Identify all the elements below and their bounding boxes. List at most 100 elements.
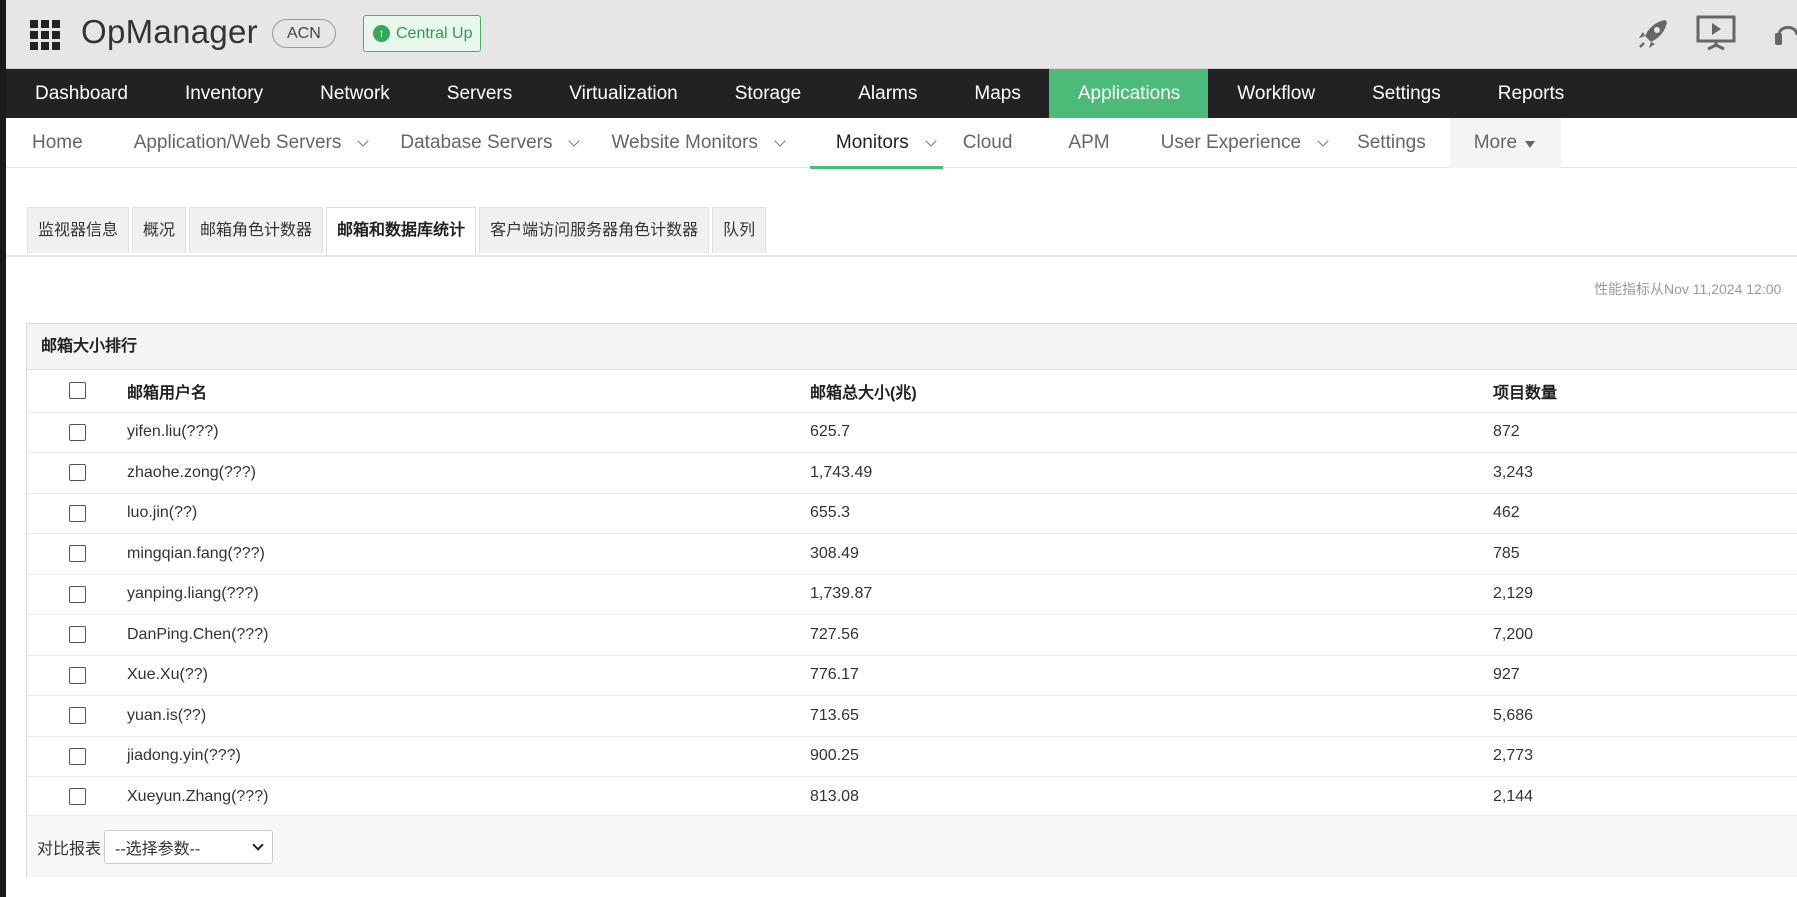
caret-down-icon bbox=[1525, 140, 1536, 148]
row-checkbox-cell bbox=[27, 412, 127, 453]
subnav-label: User Experience bbox=[1160, 132, 1302, 153]
chevron-down-icon bbox=[252, 838, 264, 851]
subnav-website-monitors[interactable]: Website Monitors bbox=[578, 118, 786, 168]
row-checkbox[interactable] bbox=[69, 788, 86, 806]
nav-reports[interactable]: Reports bbox=[1469, 69, 1593, 118]
cell-size: 625.7 bbox=[810, 412, 1493, 453]
nav-dashboard[interactable]: Dashboard bbox=[6, 69, 156, 118]
nav-virtualization[interactable]: Virtualization bbox=[540, 69, 705, 118]
row-checkbox-cell bbox=[27, 574, 127, 615]
row-checkbox[interactable] bbox=[69, 747, 86, 765]
table-header-row: 邮箱用户名 邮箱总大小(兆) 项目数量 bbox=[27, 370, 1797, 413]
subnav-more[interactable]: More bbox=[1449, 118, 1562, 168]
cell-user: DanPing.Chen(???) bbox=[127, 614, 810, 656]
nav-storage[interactable]: Storage bbox=[706, 69, 830, 118]
tab-queues[interactable]: 队列 bbox=[712, 207, 767, 253]
subnav-home[interactable]: Home bbox=[6, 118, 83, 168]
subnav-monitors[interactable]: Monitors bbox=[809, 118, 943, 169]
cell-user: yifen.liu(???) bbox=[127, 412, 810, 453]
cell-items: 872 bbox=[1493, 412, 1797, 453]
row-checkbox[interactable] bbox=[69, 626, 86, 644]
table-row: yifen.liu(???) 625.7 872 bbox=[27, 412, 1797, 453]
row-checkbox-cell bbox=[27, 533, 127, 575]
rocket-icon[interactable] bbox=[1635, 16, 1671, 52]
cell-user: Xueyun.Zhang(???) bbox=[127, 776, 810, 818]
table-row: jiadong.yin(???) 900.25 2,773 bbox=[27, 736, 1797, 777]
subnav-label: Home bbox=[32, 132, 83, 153]
cell-user: Xue.Xu(??) bbox=[127, 655, 810, 696]
subnav-label: APM bbox=[1068, 132, 1110, 153]
nav-applications[interactable]: Applications bbox=[1048, 69, 1209, 118]
tab-overview[interactable]: 概况 bbox=[132, 207, 187, 253]
table-row: luo.jin(??) 655.3 462 bbox=[27, 493, 1797, 534]
compare-report-label: 对比报表 bbox=[37, 840, 102, 858]
apps-grid-icon[interactable] bbox=[30, 20, 60, 50]
cell-items: 2,144 bbox=[1493, 776, 1797, 818]
nav-workflow[interactable]: Workflow bbox=[1208, 69, 1343, 118]
subnav-apm[interactable]: APM bbox=[1012, 118, 1109, 168]
compare-parameter-select[interactable]: --选择参数-- bbox=[104, 829, 274, 864]
row-checkbox[interactable] bbox=[69, 666, 86, 684]
tab-mailbox-database-stats[interactable]: 邮箱和数据库统计 bbox=[326, 207, 477, 256]
row-checkbox[interactable] bbox=[69, 423, 86, 441]
nav-alarms[interactable]: Alarms bbox=[829, 69, 945, 118]
column-header-items[interactable]: 项目数量 bbox=[1493, 370, 1797, 413]
cell-items: 5,686 bbox=[1493, 695, 1797, 737]
tenant-badge[interactable]: ACN bbox=[272, 19, 336, 48]
subnav-label: Website Monitors bbox=[611, 132, 758, 153]
cell-size: 813.08 bbox=[810, 776, 1493, 818]
nav-inventory[interactable]: Inventory bbox=[156, 69, 291, 118]
row-checkbox-cell bbox=[27, 493, 127, 534]
column-header-user[interactable]: 邮箱用户名 bbox=[127, 370, 810, 413]
row-checkbox-cell bbox=[27, 452, 127, 494]
row-checkbox[interactable] bbox=[69, 504, 86, 522]
tab-mailbox-role-counters[interactable]: 邮箱角色计数器 bbox=[189, 207, 324, 253]
nav-servers[interactable]: Servers bbox=[418, 69, 540, 118]
row-checkbox[interactable] bbox=[69, 707, 86, 725]
chevron-down-icon bbox=[774, 135, 786, 147]
subnav-label: Application/Web Servers bbox=[133, 132, 342, 153]
performance-time-note: 性能指标从Nov 11,2024 12:00 bbox=[1594, 281, 1782, 297]
cell-size: 727.56 bbox=[810, 614, 1493, 656]
row-checkbox[interactable] bbox=[69, 464, 86, 482]
sub-nav: Home Application/Web Servers Database Se… bbox=[6, 118, 1797, 169]
top-header: OpManager ACN ↑ Central Up bbox=[6, 0, 1797, 69]
nav-network[interactable]: Network bbox=[291, 69, 418, 118]
cell-user: zhaohe.zong(???) bbox=[127, 452, 810, 494]
select-all-checkbox[interactable] bbox=[69, 382, 86, 400]
arrow-up-icon: ↑ bbox=[373, 25, 390, 42]
cell-items: 785 bbox=[1493, 533, 1797, 575]
subnav-app-web-servers[interactable]: Application/Web Servers bbox=[83, 118, 370, 168]
subnav-cloud[interactable]: Cloud bbox=[943, 118, 1013, 168]
main-nav: Dashboard Inventory Network Servers Virt… bbox=[6, 69, 1797, 118]
tab-cas-role-counters[interactable]: 客户端访问服务器角色计数器 bbox=[479, 207, 710, 253]
mailbox-table: 邮箱用户名 邮箱总大小(兆) 项目数量 yifen.liu(???) 625.7… bbox=[27, 370, 1797, 818]
cell-user: luo.jin(??) bbox=[127, 493, 810, 534]
subnav-settings[interactable]: Settings bbox=[1327, 118, 1426, 168]
subnav-label: Monitors bbox=[835, 132, 909, 153]
nav-settings[interactable]: Settings bbox=[1343, 69, 1469, 118]
central-status-button[interactable]: ↑ Central Up bbox=[363, 15, 482, 52]
cell-size: 1,739.87 bbox=[810, 574, 1493, 615]
presentation-icon[interactable] bbox=[1695, 14, 1737, 52]
central-status-label: Central Up bbox=[396, 25, 473, 42]
subnav-database-servers[interactable]: Database Servers bbox=[367, 118, 581, 168]
cell-user: yanping.liang(???) bbox=[127, 574, 810, 615]
column-header-size[interactable]: 邮箱总大小(兆) bbox=[810, 370, 1493, 413]
cell-items: 2,773 bbox=[1493, 736, 1797, 777]
row-checkbox-cell bbox=[27, 614, 127, 656]
tab-monitor-info[interactable]: 监视器信息 bbox=[27, 207, 130, 253]
table-row: Xue.Xu(??) 776.17 927 bbox=[27, 655, 1797, 696]
table-row: zhaohe.zong(???) 1,743.49 3,243 bbox=[27, 452, 1797, 494]
row-checkbox[interactable] bbox=[69, 545, 86, 563]
cell-size: 713.65 bbox=[810, 695, 1493, 737]
select-all-cell bbox=[27, 370, 127, 413]
subnav-user-experience[interactable]: User Experience bbox=[1110, 118, 1329, 168]
row-checkbox[interactable] bbox=[69, 585, 86, 603]
headset-icon[interactable] bbox=[1773, 17, 1797, 51]
cell-user: mingqian.fang(???) bbox=[127, 533, 810, 575]
nav-maps[interactable]: Maps bbox=[945, 69, 1048, 118]
table-row: yanping.liang(???) 1,739.87 2,129 bbox=[27, 574, 1797, 615]
row-checkbox-cell bbox=[27, 695, 127, 737]
cell-size: 308.49 bbox=[810, 533, 1493, 575]
